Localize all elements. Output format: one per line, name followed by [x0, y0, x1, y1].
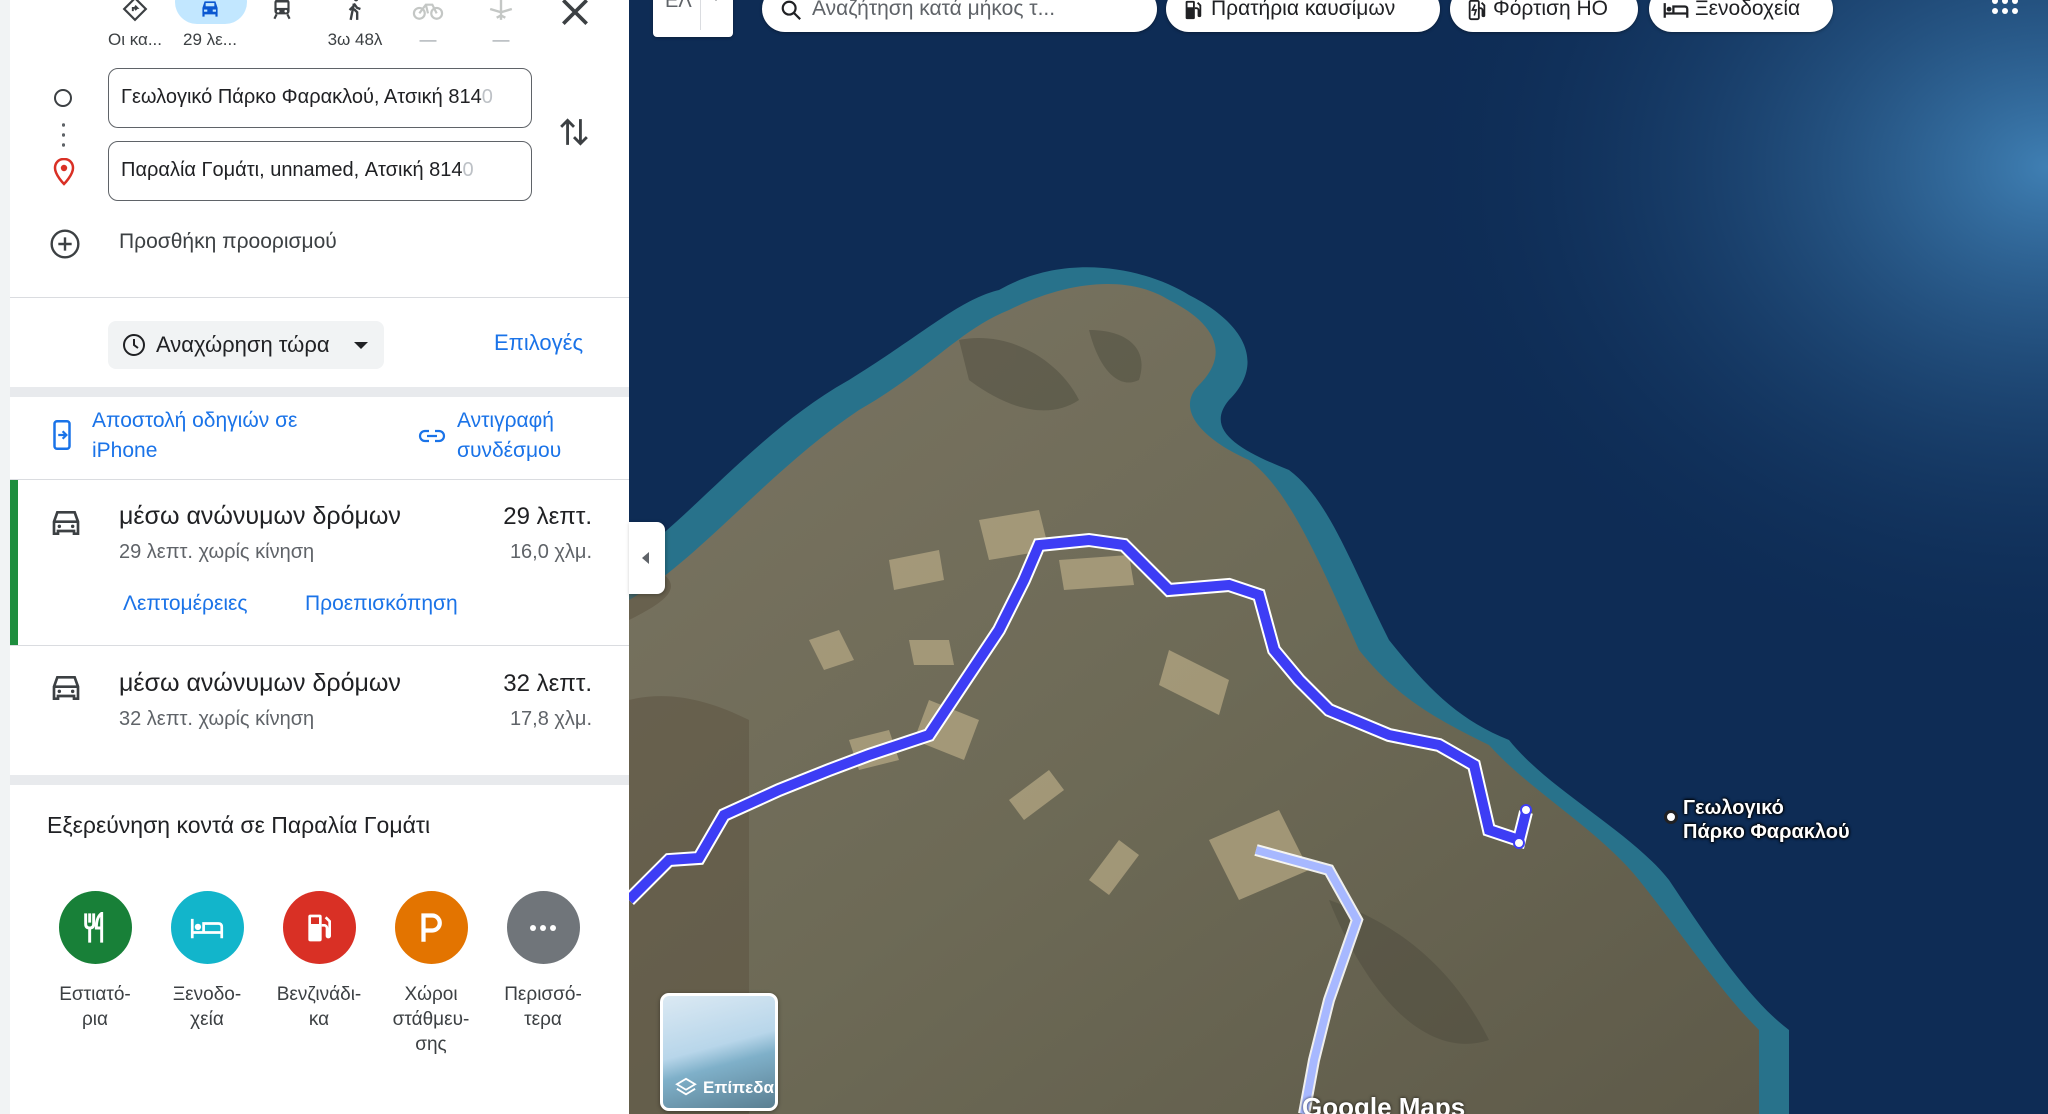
waypoint-connector [62, 120, 65, 150]
swap-icon[interactable] [558, 114, 590, 150]
explore-nearby-title: Εξερεύνηση κοντά σε Παραλία Γομάτι [47, 812, 431, 838]
category-hotels[interactable]: Ξενοδο-χεία [151, 891, 263, 1032]
preview-link[interactable]: Προεπισκόπηση [305, 592, 458, 616]
place-marker[interactable] [1664, 810, 1678, 824]
category-circle [282, 891, 356, 964]
send-to-phone-icon [53, 420, 71, 450]
ev-charging-chip[interactable]: Φόρτιση ΗΟ [1450, 0, 1638, 32]
place-label[interactable]: Γεωλογικό Πάρκο Φαρακλού [1683, 796, 1850, 844]
chevron-left-icon [642, 552, 649, 564]
map-canvas[interactable] [629, 0, 2048, 1114]
category-label: Ξενοδο-χεία [172, 984, 242, 1030]
route-name: μέσω ανώνυμων δρόμων [119, 669, 401, 697]
category-label: Χώροι στάθμευ-σης [392, 984, 470, 1055]
panel-edge [0, 0, 10, 1114]
hotel-icon [1663, 3, 1689, 18]
close-icon[interactable] [555, 0, 595, 32]
layers-button[interactable]: Επίπεδα [660, 993, 778, 1111]
car-icon [52, 511, 80, 535]
travel-mode-bar: Οι κα... 29 λε... 3ω 48λ — — [0, 0, 629, 56]
parking-icon [421, 912, 442, 942]
transit-icon [273, 0, 291, 20]
route-traffic: 32 λεπτ. χωρίς κίνηση [119, 708, 315, 730]
options-link[interactable]: Επιλογές [494, 330, 583, 356]
copy-link-button[interactable]: Αντιγραφή συνδέσμου [457, 406, 617, 466]
collapse-panel-button[interactable] [629, 522, 665, 594]
link-icon [418, 429, 446, 443]
route-option[interactable]: μέσω ανώνυμων δρόμων 32 λεπτ. 32 λεπτ. χ… [10, 646, 629, 775]
mode-flight[interactable]: — [456, 0, 546, 56]
add-destination-button[interactable]: Προσθήκη προορισμού [119, 230, 337, 254]
destination-field[interactable]: Παραλία Γομάτι, unnamed, Ατσική 8140 [108, 141, 532, 201]
origin-field[interactable]: Γεωλογικό Πάρκο Φαρακλού, Ατσική 8140 [108, 68, 532, 128]
gas-station-icon [308, 914, 331, 941]
route-distance: 17,8 χλμ. [509, 708, 592, 730]
section-band [10, 387, 629, 397]
route-duration: 32 λεπτ. [503, 670, 592, 697]
search-icon [781, 0, 801, 20]
bicycle-icon [412, 3, 444, 20]
category-parking[interactable]: Χώροι στάθμευ-σης [375, 891, 487, 1057]
layers-icon [675, 1077, 697, 1096]
category-circle [58, 891, 132, 964]
search-along-route-input[interactable]: Αναζήτηση κατά μήκος τ... [762, 0, 1157, 32]
route-distance: 16,0 χλμ. [509, 541, 592, 563]
add-circle-icon[interactable] [49, 228, 81, 260]
chevron-down-icon [354, 342, 368, 349]
route-option[interactable]: μέσω ανώνυμων δρόμων 29 λεπτ. 29 λεπτ. χ… [10, 480, 629, 645]
route-duration: 29 λεπτ. [503, 503, 592, 530]
ev-charging-icon [1468, 0, 1486, 21]
hotel-icon [190, 918, 224, 938]
more-icon [530, 924, 556, 931]
category-gas-stations[interactable]: Βενζινάδι-κα [263, 891, 375, 1032]
category-more[interactable]: Περισσό-τερα [487, 891, 599, 1032]
map-watermark: Google Maps [1302, 1092, 1466, 1114]
gas-station-icon [1185, 0, 1202, 20]
walk-icon [348, 0, 361, 21]
apps-grid-icon[interactable] [1990, 0, 2020, 16]
details-link[interactable]: Λεπτομέρειες [123, 592, 247, 616]
flight-icon [489, 0, 513, 20]
route-traffic: 29 λεπτ. χωρίς κίνηση [119, 541, 315, 563]
language-selector[interactable]: ΕΛ [653, 0, 733, 37]
selected-route-accent [10, 480, 18, 645]
divider [700, 0, 701, 30]
satellite-imagery [629, 0, 2048, 1114]
directions-diamond-icon [122, 0, 148, 22]
car-icon [202, 1, 218, 17]
divider [10, 297, 629, 298]
chevron-down-icon [712, 0, 720, 1]
category-circle [506, 891, 580, 964]
category-label: Βενζινάδι-κα [276, 984, 362, 1030]
category-circle [394, 891, 468, 964]
destination-pin-icon [53, 158, 75, 186]
origin-marker-icon [54, 89, 72, 107]
category-label: Εστιατό-ρια [59, 984, 131, 1030]
directions-panel: Οι κα... 29 λε... 3ω 48λ — — Γεωλογικό Π… [0, 0, 629, 1114]
route-name: μέσω ανώνυμων δρόμων [119, 502, 401, 530]
section-band [10, 775, 629, 785]
fuel-stations-chip[interactable]: Πρατήρια καυσίμων [1166, 0, 1440, 32]
hotels-chip[interactable]: Ξενοδοχεία [1649, 0, 1833, 32]
category-restaurants[interactable]: Εστιατό-ρια [39, 891, 151, 1032]
car-icon [52, 676, 80, 700]
clock-icon [123, 334, 145, 356]
restaurant-icon [84, 911, 104, 943]
send-to-phone-link[interactable]: Αποστολή οδηγιών σε iPhone [92, 406, 342, 466]
category-circle [170, 891, 244, 964]
departure-dropdown[interactable]: Αναχώρηση τώρα [108, 321, 384, 369]
category-label: Περισσό-τερα [504, 984, 582, 1030]
